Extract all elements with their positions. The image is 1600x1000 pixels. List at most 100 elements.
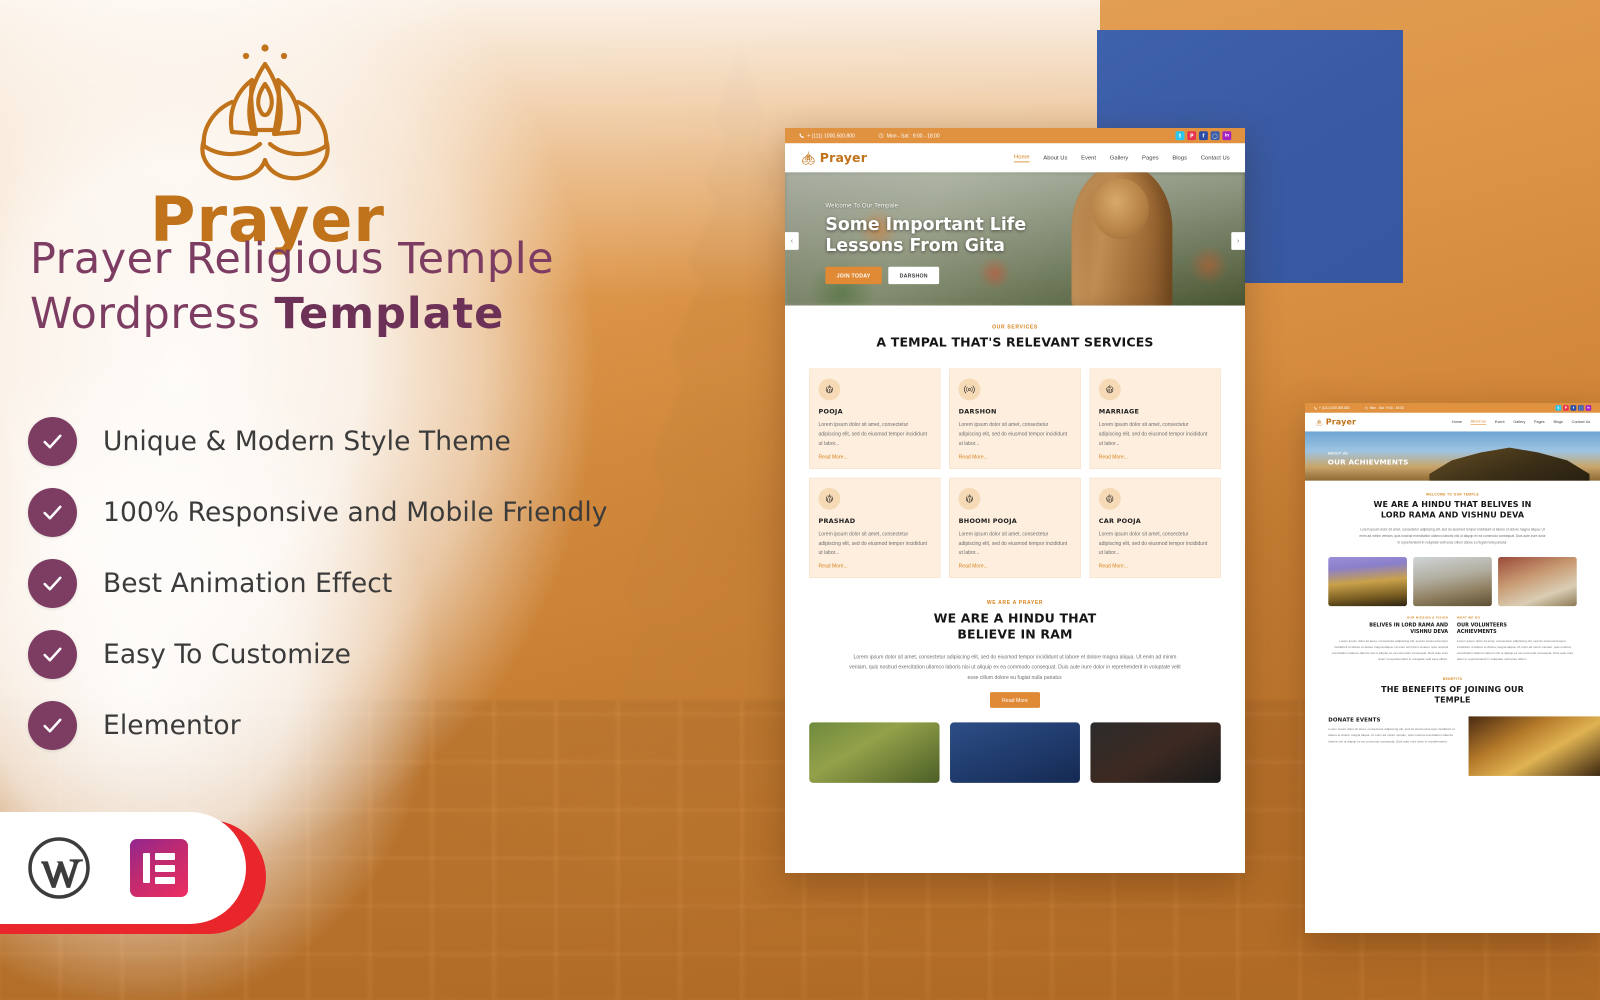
check-icon bbox=[28, 417, 77, 466]
elementor-bars-horizontal bbox=[155, 852, 175, 884]
primary-hours-item: Mon - Sat : 9:00 - 18:00 bbox=[878, 132, 940, 139]
slider-next-arrow-icon[interactable]: › bbox=[1231, 232, 1245, 250]
linkedin-icon[interactable]: in bbox=[1585, 405, 1592, 411]
service-read-more-link[interactable]: Read More... bbox=[818, 454, 931, 460]
services-card-grid: POOJA Lorem ipsum dolor sit amet, consec… bbox=[785, 355, 1245, 578]
secondary-nav-links[interactable]: Home About Us Event Gallery Pages Blogs … bbox=[1452, 419, 1591, 425]
service-card[interactable]: MARRIAGE Lorem ipsum dolor sit amet, con… bbox=[1089, 368, 1221, 469]
secondary-topbar: + (111) 1000.500.800 Mon - Sat : 9:00 - … bbox=[1305, 403, 1600, 413]
nav-link-pages[interactable]: Pages bbox=[1534, 420, 1545, 424]
primary-hours-text: Mon - Sat : 9:00 - 18:00 bbox=[886, 132, 940, 139]
service-card-title: POOJA bbox=[818, 407, 843, 416]
technology-badge-pill bbox=[0, 812, 270, 934]
hands-pooja-icon bbox=[818, 378, 841, 401]
secondary-hero-eyebrow: ABOUT US bbox=[1327, 451, 1348, 456]
check-icon bbox=[28, 559, 77, 608]
gallery-image-temple-tower[interactable] bbox=[1328, 557, 1407, 607]
instagram-icon[interactable]: ◯ bbox=[1210, 131, 1220, 141]
about-read-more-button[interactable]: Read More bbox=[989, 692, 1041, 708]
nav-link-contact-us[interactable]: Contact Us bbox=[1201, 155, 1230, 161]
nav-link-about-us[interactable]: About Us bbox=[1470, 419, 1487, 425]
primary-nav-links[interactable]: Home About Us Event Gallery Pages Blogs … bbox=[1013, 154, 1230, 163]
service-card-text: Lorem ipsum dolor sit amet, consectetur … bbox=[818, 421, 927, 447]
welcome-title-line-1: WE ARE A HINDU THAT BELIVES IN bbox=[1373, 499, 1532, 510]
nav-link-pages[interactable]: Pages bbox=[1142, 155, 1159, 161]
primary-phone-item: + (111) 1000.500.800 bbox=[799, 132, 855, 139]
service-card[interactable]: BHOOMI POOJA Lorem ipsum dolor sit amet,… bbox=[949, 477, 1081, 578]
donate-image-procession[interactable] bbox=[1468, 716, 1600, 776]
feature-label: 100% Responsive and Mobile Friendly bbox=[103, 497, 608, 528]
service-read-more-link[interactable]: Read More... bbox=[959, 563, 1072, 569]
nav-link-gallery[interactable]: Gallery bbox=[1513, 420, 1525, 424]
primary-social-links[interactable]: t P f ◯ in bbox=[1175, 131, 1232, 141]
nav-link-blogs[interactable]: Blogs bbox=[1553, 420, 1562, 424]
nav-link-gallery[interactable]: Gallery bbox=[1110, 155, 1129, 161]
feature-item: Unique & Modern Style Theme bbox=[28, 406, 748, 477]
hero-content: Welcome To Our Tempale Some Important Li… bbox=[785, 172, 1245, 285]
mission-column: OUR MISSION & VISION BELIVES IN LORD RAM… bbox=[1328, 616, 1448, 662]
welcome-eyebrow: WELCOME TO OUR TEMPLE bbox=[1426, 492, 1480, 497]
secondary-social-links[interactable]: t P f ◯ in bbox=[1555, 405, 1592, 411]
volunteers-eyebrow: WHAT WE DO bbox=[1456, 616, 1481, 620]
darshon-button[interactable]: DARSHON bbox=[888, 266, 940, 285]
service-card-title: PRASHAD bbox=[818, 516, 856, 525]
nav-link-about-us[interactable]: About Us bbox=[1043, 155, 1067, 161]
service-card[interactable]: CAR POOJA Lorem ipsum dolor sit amet, co… bbox=[1089, 477, 1221, 578]
gallery-image-gopuram[interactable] bbox=[1413, 557, 1492, 607]
secondary-phone-text: + (111) 1000.500.800 bbox=[1318, 406, 1350, 410]
check-icon bbox=[28, 701, 77, 750]
nav-link-home[interactable]: Home bbox=[1452, 420, 1462, 424]
hero-eyebrow: Welcome To Our Tempale bbox=[825, 202, 899, 210]
service-card-text: Lorem ipsum dolor sit amet, consectetur … bbox=[818, 530, 927, 556]
slider-prev-arrow-icon[interactable]: ‹ bbox=[785, 232, 799, 250]
service-read-more-link[interactable]: Read More... bbox=[818, 563, 931, 569]
lotus-icon bbox=[1315, 419, 1323, 426]
lotus-icon bbox=[802, 151, 815, 165]
pinterest-icon[interactable]: P bbox=[1563, 405, 1569, 411]
gallery-image-night-sky[interactable] bbox=[949, 722, 1081, 784]
instagram-icon[interactable]: ◯ bbox=[1578, 405, 1584, 411]
check-icon bbox=[28, 488, 77, 537]
service-card-title: DARSHON bbox=[958, 407, 997, 416]
phone-icon bbox=[1314, 406, 1317, 410]
nav-link-home[interactable]: Home bbox=[1013, 154, 1030, 163]
facebook-icon[interactable]: f bbox=[1198, 131, 1208, 141]
service-read-more-link[interactable]: Read More... bbox=[1099, 563, 1212, 569]
gallery-image-woman[interactable] bbox=[1090, 722, 1221, 784]
primary-phone-text: + (111) 1000.500.800 bbox=[807, 132, 855, 139]
service-card-title: CAR POOJA bbox=[1098, 516, 1142, 525]
nav-link-contact-us[interactable]: Contact Us bbox=[1572, 420, 1591, 424]
nav-link-event[interactable]: Event bbox=[1081, 155, 1096, 161]
badge-pill-content bbox=[0, 812, 246, 924]
gallery-image-child[interactable] bbox=[809, 722, 940, 784]
hero-title-line-1: Some Important Life bbox=[825, 214, 1027, 235]
about-title-line-1: WE ARE A HINDU THAT bbox=[933, 611, 1097, 626]
service-read-more-link[interactable]: Read More... bbox=[959, 454, 1072, 460]
join-today-button[interactable]: JOIN TODAY bbox=[825, 266, 882, 285]
headline-line-1: Prayer Religious Temple bbox=[30, 234, 555, 284]
nav-link-event[interactable]: Event bbox=[1495, 420, 1505, 424]
secondary-nav-brand[interactable]: Prayer bbox=[1315, 417, 1356, 427]
service-card[interactable]: POOJA Lorem ipsum dolor sit amet, consec… bbox=[809, 368, 941, 469]
primary-browser-mockup[interactable]: + (111) 1000.500.800 Mon - Sat : 9:00 - … bbox=[785, 128, 1245, 873]
clock-icon bbox=[878, 133, 884, 139]
mission-eyebrow: OUR MISSION & VISION bbox=[1406, 616, 1449, 620]
feature-item: 100% Responsive and Mobile Friendly bbox=[28, 477, 748, 548]
twitter-icon[interactable]: t bbox=[1555, 405, 1562, 411]
secondary-gallery bbox=[1305, 548, 1600, 607]
service-card[interactable]: PRASHAD Lorem ipsum dolor sit amet, cons… bbox=[809, 477, 941, 578]
welcome-text: Lorem ipsum dolor sit amet, consectetur … bbox=[1359, 527, 1546, 545]
nav-link-blogs[interactable]: Blogs bbox=[1172, 155, 1187, 161]
twitter-icon[interactable]: t bbox=[1175, 131, 1185, 141]
service-read-more-link[interactable]: Read More... bbox=[1099, 454, 1212, 460]
clock-icon bbox=[1364, 406, 1368, 410]
linkedin-icon[interactable]: in bbox=[1222, 131, 1232, 141]
gallery-image-devotees[interactable] bbox=[1498, 557, 1577, 607]
secondary-browser-mockup[interactable]: + (111) 1000.500.800 Mon - Sat : 9:00 - … bbox=[1305, 403, 1600, 933]
facebook-icon[interactable]: f bbox=[1570, 405, 1577, 411]
secondary-mission-volunteers: OUR MISSION & VISION BELIVES IN LORD RAM… bbox=[1305, 606, 1600, 662]
service-card[interactable]: DARSHON Lorem ipsum dolor sit amet, cons… bbox=[949, 368, 1081, 469]
secondary-inner-hero-text: ABOUT US OUR ACHIEVMENTS bbox=[1305, 431, 1600, 467]
primary-nav-brand[interactable]: Prayer bbox=[800, 151, 867, 165]
pinterest-icon[interactable]: P bbox=[1187, 131, 1197, 141]
